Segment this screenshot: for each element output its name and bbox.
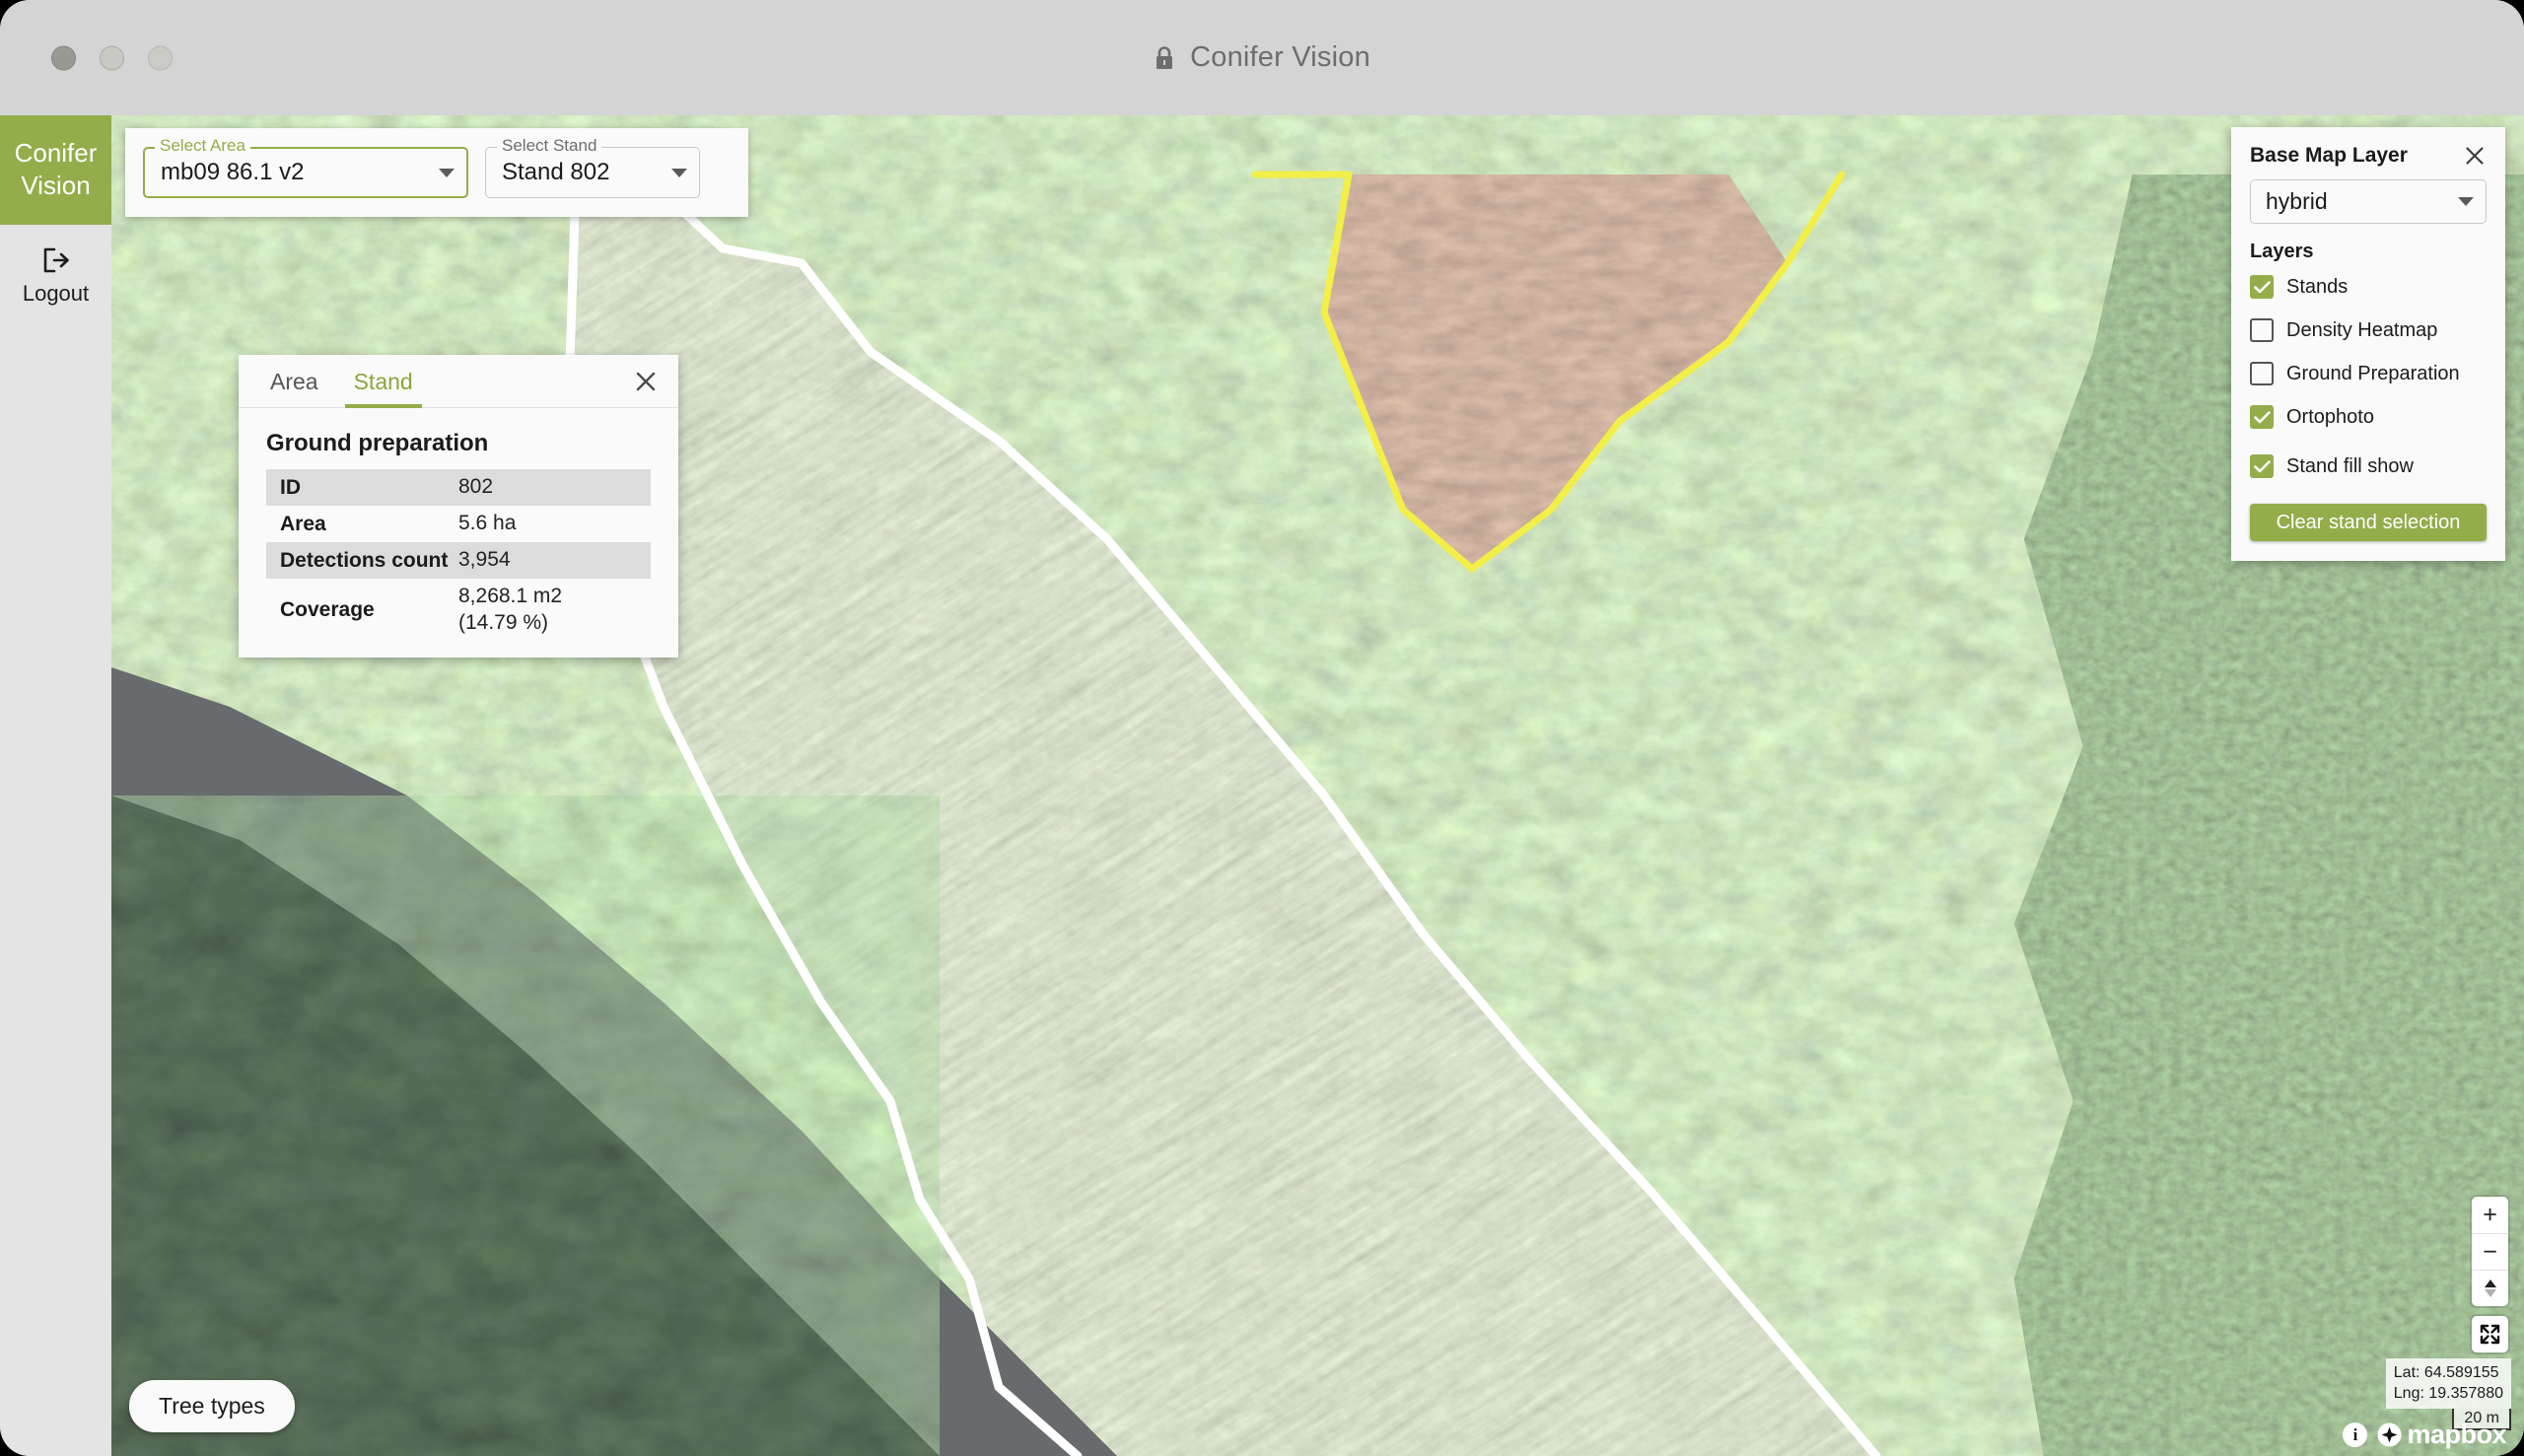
app-body: Conifer Vision Logout Select Area mb09 8…: [0, 115, 2524, 1456]
base-map-layer-panel: Base Map Layer hybrid Layers Stands Dens…: [2231, 127, 2505, 561]
mapbox-mark-icon: [2377, 1422, 2402, 1447]
info-icon[interactable]: i: [2343, 1422, 2368, 1447]
row-key: ID: [280, 475, 301, 499]
maximize-button[interactable]: [148, 45, 173, 70]
table-row: ID 802: [266, 469, 651, 506]
layers-panel-header: Base Map Layer: [2250, 144, 2487, 168]
layer-label: Density Heatmap: [2286, 318, 2438, 341]
table-row: Coverage 8,268.1 m2 (14.79 %): [266, 579, 651, 642]
window-title: Conifer Vision: [1154, 41, 1370, 74]
latitude-label: Lat: 64.589155: [2393, 1363, 2499, 1381]
zoom-out-button[interactable]: −: [2472, 1233, 2508, 1270]
map-navigation-controls: + −: [2472, 1197, 2508, 1306]
checkbox-unchecked-icon: [2250, 362, 2274, 385]
checkbox-checked-icon: [2250, 454, 2274, 478]
select-stand-legend: Select Stand: [497, 137, 602, 154]
info-panel-close-button[interactable]: [629, 365, 663, 398]
title-bar: Conifer Vision: [0, 0, 2524, 115]
layer-label: Stand fill show: [2286, 454, 2414, 477]
window-traffic-lights: [51, 45, 173, 70]
row-value: 802: [458, 475, 494, 499]
checkbox-checked-icon: [2250, 405, 2274, 429]
basemap-select[interactable]: hybrid: [2250, 179, 2487, 224]
info-panel-title: Ground preparation: [266, 430, 489, 456]
row-value: 3,954: [458, 548, 511, 572]
brand-line-1: Conifer: [14, 138, 98, 168]
longitude-label: Lng: 19.357880: [2393, 1385, 2503, 1403]
brand-logo: Conifer Vision: [0, 115, 111, 225]
brand-line-2: Vision: [21, 170, 91, 200]
cursor-coordinates: Lat: 64.589155 Lng: 19.357880: [2385, 1357, 2511, 1409]
layer-checkbox-ground-preparation[interactable]: Ground Preparation: [2250, 362, 2487, 385]
map-view[interactable]: Select Area mb09 86.1 v2 Select Stand St…: [111, 115, 2524, 1456]
layer-checkbox-stand-fill-show[interactable]: Stand fill show: [2250, 454, 2487, 478]
table-row: Detections count 3,954: [266, 542, 651, 579]
app-window: Conifer Vision Conifer Vision Logout Sel…: [0, 0, 2524, 1456]
row-value: 5.6 ha: [458, 512, 517, 535]
layer-label: Ground Preparation: [2286, 362, 2460, 384]
tab-stand[interactable]: Stand: [336, 355, 431, 408]
stand-attributes-table: ID 802 Area 5.6 ha Detections count 3,95…: [239, 469, 678, 658]
fullscreen-button[interactable]: [2472, 1316, 2508, 1352]
map-attribution: i mapbox: [2343, 1420, 2506, 1450]
chevron-down-icon[interactable]: [439, 168, 455, 177]
selector-bar: Select Area mb09 86.1 v2 Select Stand St…: [125, 128, 748, 217]
window-title-text: Conifer Vision: [1190, 41, 1370, 73]
layer-checkbox-stands[interactable]: Stands: [2250, 275, 2487, 299]
tree-types-button[interactable]: Tree types: [129, 1380, 295, 1432]
select-area-legend: Select Area: [155, 137, 250, 154]
close-icon: [636, 372, 656, 391]
logout-label: Logout: [22, 281, 90, 306]
row-key: Detections count: [280, 548, 449, 572]
layers-section-label: Layers: [2250, 241, 2314, 262]
left-sidebar: Conifer Vision Logout: [0, 115, 111, 1456]
logout-button[interactable]: Logout: [0, 225, 111, 307]
row-key: Area: [280, 512, 326, 535]
logout-icon: [43, 247, 69, 273]
checkbox-checked-icon: [2250, 275, 2274, 299]
layers-panel-title: Base Map Layer: [2250, 144, 2408, 167]
row-value: 8,268.1 m2 (14.79 %): [458, 585, 563, 634]
compass-icon: [2484, 1280, 2496, 1297]
clear-stand-selection-button[interactable]: Clear stand selection: [2250, 504, 2487, 541]
layer-checkbox-ortophoto[interactable]: Ortophoto: [2250, 405, 2487, 429]
close-button[interactable]: [51, 45, 76, 70]
select-area-value: mb09 86.1 v2: [161, 159, 305, 185]
mapbox-logo[interactable]: mapbox: [2377, 1420, 2506, 1450]
stand-info-panel: Area Stand Ground preparation ID 802 Are…: [239, 355, 678, 658]
mapbox-wordmark: mapbox: [2407, 1420, 2506, 1449]
fullscreen-icon: [2480, 1324, 2500, 1345]
chevron-down-icon[interactable]: [2458, 197, 2474, 206]
compass-button[interactable]: [2472, 1270, 2508, 1306]
basemap-select-value: hybrid: [2266, 188, 2328, 214]
table-row: Area 5.6 ha: [266, 506, 651, 542]
layer-label: Ortophoto: [2286, 405, 2374, 428]
checkbox-unchecked-icon: [2250, 318, 2274, 342]
layers-panel-close-button[interactable]: [2463, 144, 2487, 168]
layer-checkbox-density-heatmap[interactable]: Density Heatmap: [2250, 318, 2487, 342]
lock-icon: [1157, 45, 1173, 69]
tab-area[interactable]: Area: [252, 355, 336, 408]
select-stand-field[interactable]: Select Stand Stand 802: [485, 137, 700, 198]
chevron-down-icon[interactable]: [671, 168, 687, 177]
row-key: Coverage: [280, 598, 375, 621]
layer-label: Stands: [2286, 275, 2349, 298]
minimize-button[interactable]: [100, 45, 124, 70]
select-stand-value: Stand 802: [502, 159, 610, 185]
info-panel-tabs: Area Stand: [239, 355, 678, 408]
map-canvas[interactable]: [111, 115, 2524, 1456]
close-icon: [2466, 147, 2484, 165]
select-area-field[interactable]: Select Area mb09 86.1 v2: [143, 137, 468, 198]
zoom-in-button[interactable]: +: [2472, 1197, 2508, 1233]
